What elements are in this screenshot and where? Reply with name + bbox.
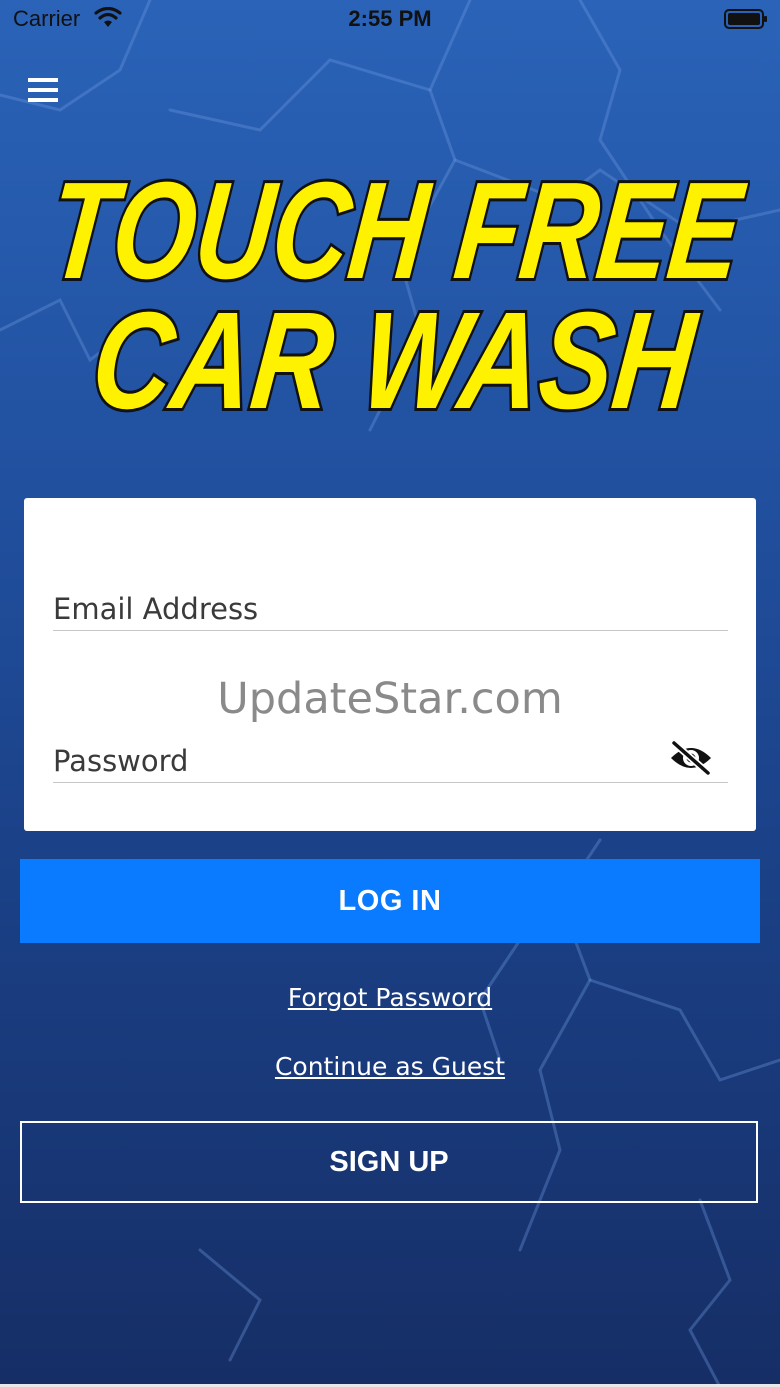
login-form-card: Email Address UpdateStar.com Password [24, 498, 756, 831]
hamburger-menu-icon[interactable] [24, 74, 64, 106]
brand-logo: TOUCH FREE CAR WASH [39, 168, 750, 428]
password-field[interactable]: Password [53, 738, 728, 783]
watermark: UpdateStar.com [217, 674, 563, 724]
email-placeholder: Email Address [53, 592, 259, 626]
continue-as-guest-link[interactable]: Continue as Guest [0, 1052, 780, 1081]
signup-button[interactable]: SIGN UP [20, 1121, 758, 1203]
status-time: 2:55 PM [348, 6, 432, 31]
eye-slash-icon[interactable] [668, 740, 714, 776]
password-placeholder: Password [53, 744, 189, 778]
login-button[interactable]: LOG IN [20, 859, 760, 943]
status-bar: Carrier 2:55 PM [0, 0, 780, 40]
battery-icon [724, 9, 767, 29]
logo-line-2: CAR WASH [86, 284, 705, 428]
forgot-password-link[interactable]: Forgot Password [0, 983, 780, 1012]
email-field[interactable]: Email Address [53, 586, 728, 631]
